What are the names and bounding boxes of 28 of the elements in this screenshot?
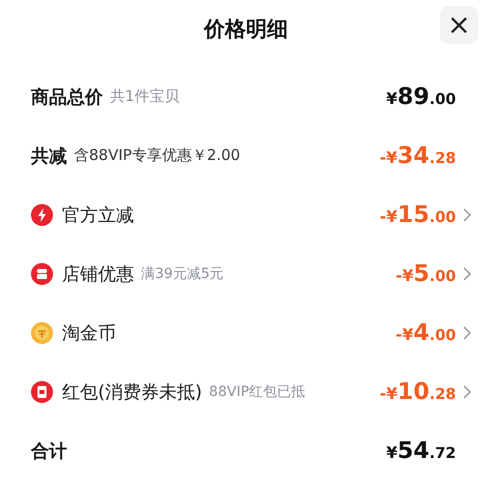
discount-label: 红包(消费券未抵) [62, 380, 202, 404]
row-note: 共1件宝贝 [110, 87, 180, 106]
discount-amount: -¥4.00 [396, 320, 456, 346]
envelope-icon [31, 380, 53, 402]
dialog-title: 价格明细 [204, 16, 288, 42]
total-amount: ¥54.72 [386, 438, 456, 464]
total-label: 合计 [31, 440, 67, 462]
chevron-icon[interactable] [462, 384, 472, 398]
close-button[interactable]: × [440, 6, 478, 44]
discount-label: 店铺优惠 [62, 262, 134, 286]
discount-label: 淘金币 [62, 322, 116, 344]
discount-label: 官方立减 [62, 204, 134, 226]
discount-amount: -¥15.00 [380, 202, 456, 228]
discount-note: 88VIP红包已抵 [209, 382, 306, 400]
coin-icon [31, 322, 53, 344]
chevron-icon[interactable] [462, 266, 472, 280]
discount-note: 满39元减5元 [141, 264, 224, 282]
lightning-icon [31, 204, 53, 226]
row-label: 共减 [31, 144, 67, 168]
chevron-icon[interactable] [462, 326, 472, 340]
discount-amount: -¥10.28 [380, 378, 456, 404]
price-amount: ¥89.00 [386, 84, 456, 110]
row-note: 含88VIP专享优惠￥2.00 [74, 146, 240, 165]
price-amount: -¥34.28 [380, 142, 456, 168]
chevron-icon[interactable] [462, 208, 472, 222]
row-label: 商品总价 [31, 86, 103, 108]
discount-amount: -¥5.00 [396, 260, 456, 286]
shop-icon [31, 262, 53, 284]
